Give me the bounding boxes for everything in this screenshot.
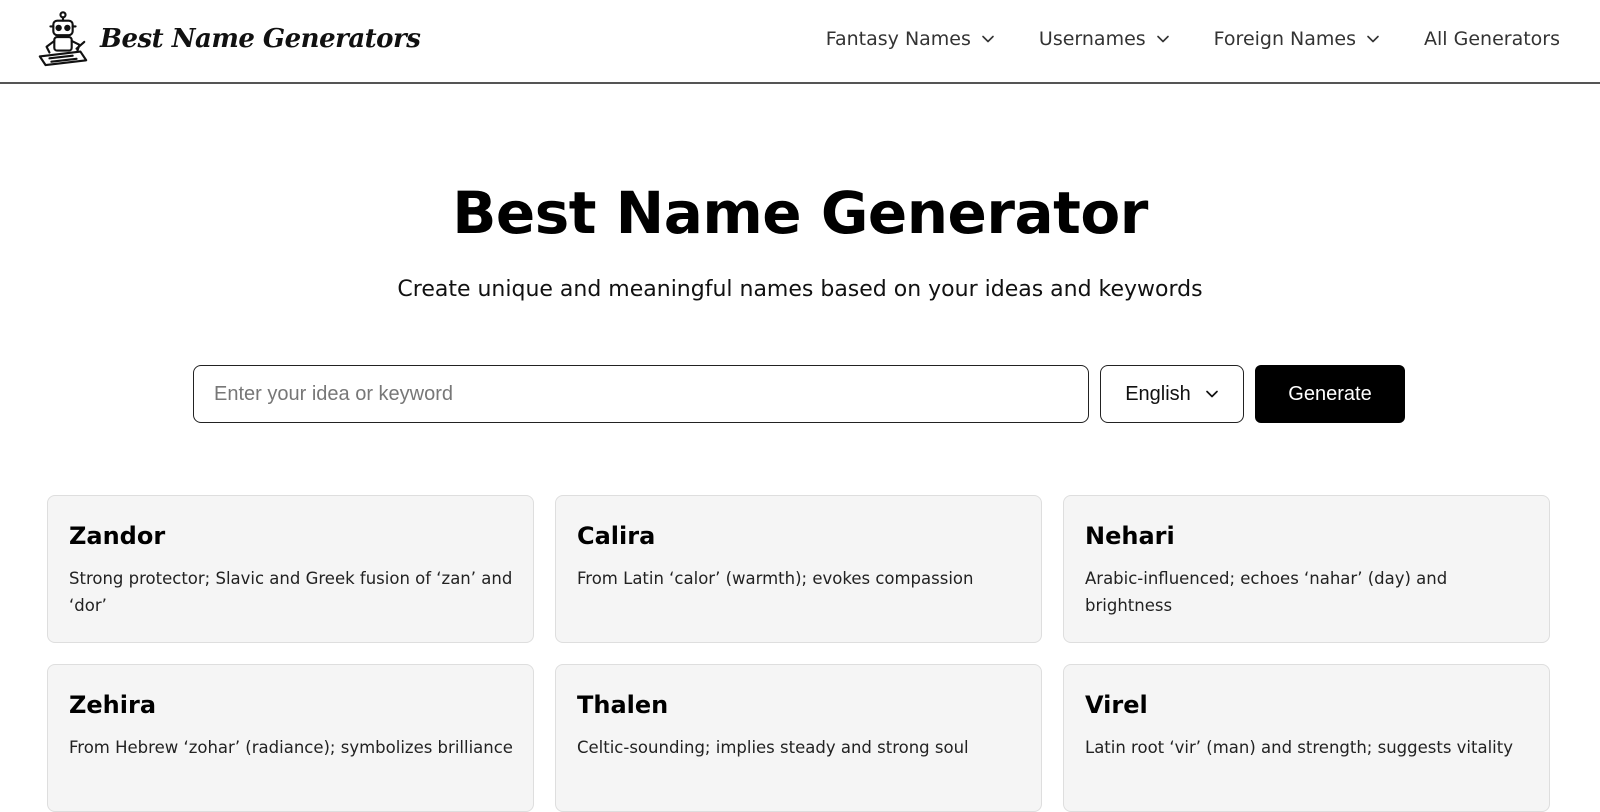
name-card-title: Thalen: [577, 691, 669, 719]
chevron-down-icon: [1367, 35, 1379, 43]
keyword-input[interactable]: [193, 365, 1089, 423]
main-content: Best Name Generator Create unique and me…: [0, 179, 1600, 812]
nav-item-foreign-names[interactable]: Foreign Names: [1214, 28, 1380, 50]
nav-item-label: Foreign Names: [1213, 28, 1357, 50]
name-card[interactable]: Nehari Arabic-influenced; echoes ‘nahar’…: [1063, 495, 1550, 643]
site-logo[interactable]: Best Name Generators: [34, 10, 421, 68]
nav-item-all-generators[interactable]: All Generators: [1424, 28, 1560, 50]
nav-item-label: Usernames: [1038, 28, 1146, 50]
chevron-down-icon: [982, 35, 994, 43]
name-card[interactable]: Virel Latin root ‘vir’ (man) and strengt…: [1063, 664, 1550, 812]
language-select[interactable]: English: [1100, 365, 1244, 423]
brand-name: Best Name Generators: [100, 24, 421, 54]
robot-writer-icon: [38, 11, 88, 67]
page-title: Best Name Generator: [452, 179, 1148, 247]
name-results-grid: Zandor Strong protector; Slavic and Gree…: [47, 495, 1551, 812]
name-card-title: Calira: [577, 522, 656, 550]
name-card-description: From Hebrew ‘zohar’ (radiance); symboliz…: [69, 737, 513, 757]
name-card[interactable]: Thalen Celtic-sounding; implies steady a…: [555, 664, 1042, 812]
name-card[interactable]: Calira From Latin ‘calor’ (warmth); evok…: [555, 495, 1042, 643]
nav-item-usernames[interactable]: Usernames: [1039, 28, 1170, 50]
name-card-title: Virel: [1085, 691, 1148, 719]
name-card-title: Zandor: [69, 522, 166, 550]
chevron-down-icon: [1205, 390, 1218, 398]
search-form: English Generate: [193, 365, 1405, 423]
language-select-value: English: [1125, 382, 1191, 405]
name-card-title: Nehari: [1085, 522, 1175, 550]
hero-section: Best Name Generator Create unique and me…: [0, 179, 1600, 304]
name-card[interactable]: Zandor Strong protector; Slavic and Gree…: [47, 495, 534, 643]
name-card-description: From Latin ‘calor’ (warmth); evokes comp…: [577, 568, 974, 588]
nav-item-label: Fantasy Names: [825, 28, 971, 50]
name-card-description: Strong protector; Slavic and Greek fusio…: [69, 568, 513, 616]
page-subtitle: Create unique and meaningful names based…: [397, 276, 1203, 302]
name-card-description: Celtic-sounding; implies steady and stro…: [577, 737, 969, 757]
main-nav: Fantasy Names Usernames Foreign Names Al…: [826, 28, 1560, 50]
name-card-description: Arabic-influenced; echoes ‘nahar’ (day) …: [1085, 568, 1448, 616]
name-card-title: Zehira: [69, 691, 157, 719]
nav-item-label: All Generators: [1424, 28, 1560, 50]
name-card-description: Latin root ‘vir’ (man) and strength; sug…: [1085, 737, 1513, 757]
chevron-down-icon: [1156, 35, 1169, 43]
nav-item-fantasy-names[interactable]: Fantasy Names: [826, 28, 995, 50]
site-header: Best Name Generators Fantasy Names Usern…: [0, 0, 1600, 84]
generate-button[interactable]: Generate: [1255, 365, 1405, 423]
name-card[interactable]: Zehira From Hebrew ‘zohar’ (radiance); s…: [47, 664, 534, 812]
